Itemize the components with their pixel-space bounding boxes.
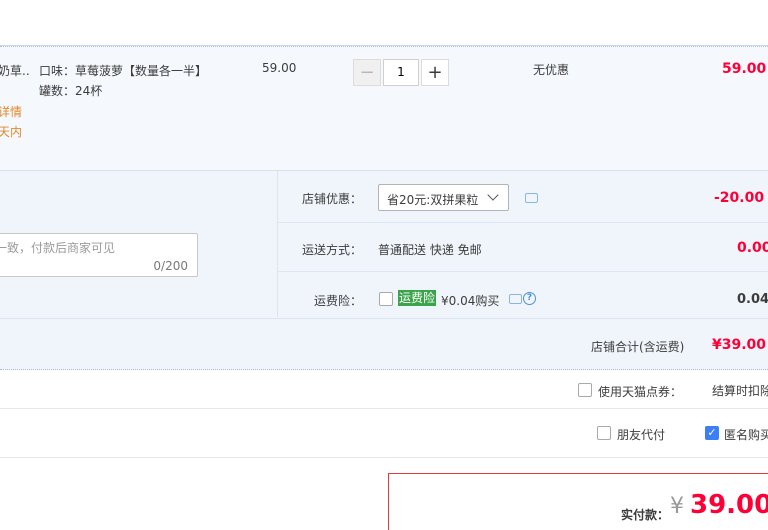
row-separator	[0, 318, 768, 319]
shop-discount-label: 店铺优惠：	[302, 192, 363, 206]
chat-icon[interactable]	[509, 294, 522, 304]
message-placeholder: 一致，付款后商家可见	[0, 241, 116, 255]
insurance-price: ¥0.04购买	[441, 294, 500, 308]
shop-discount-amount: -20.00	[714, 190, 765, 206]
payment-summary: 实付款： ¥ 39.00	[388, 473, 768, 530]
payment-label: 实付款：	[621, 508, 670, 522]
chevron-down-icon	[487, 189, 499, 201]
anonymous-label: 匿名购买	[724, 428, 768, 442]
insurance-checkbox[interactable]	[379, 292, 393, 306]
payment-amount: 39.00	[690, 490, 768, 520]
row-separator	[278, 271, 768, 272]
chat-icon[interactable]	[525, 193, 538, 203]
shop-total-label: 店铺合计(含运费)	[591, 340, 685, 354]
row-separator	[278, 222, 768, 223]
details-link[interactable]: 详情	[0, 103, 22, 120]
message-counter: 0/200	[153, 259, 188, 273]
friend-pay-label: 朋友代付	[617, 428, 666, 442]
row-separator	[0, 408, 768, 409]
shipping-amount: 0.00	[737, 240, 768, 256]
buyer-message-input[interactable]: 一致，付款后商家可见 0/200	[0, 233, 198, 277]
tmall-coupon-checkbox[interactable]	[578, 383, 592, 397]
shipping-value: 普通配送 快递 免邮	[378, 243, 482, 257]
unit-price: 59.00	[262, 61, 297, 75]
insurance-amount: 0.04	[737, 292, 768, 307]
order-confirm-page: 奶草... 详情 天内 口味：草莓菠萝【数量各一半】 罐数：24杯 59.00 …	[0, 0, 768, 530]
shop-discount-value: 省20元:双拼果粒	[387, 193, 479, 207]
tmall-coupon-label: 使用天猫点券：	[598, 385, 683, 399]
sku-cans: 罐数：24杯	[39, 84, 103, 98]
shop-discount-select[interactable]: 省20元:双拼果粒	[378, 184, 509, 211]
days-note: 天内	[0, 125, 23, 139]
sku-flavor: 口味：草莓菠萝【数量各一半】	[39, 64, 208, 78]
quantity-input[interactable]: 1	[383, 59, 419, 86]
quantity-minus-button[interactable]: −	[353, 59, 381, 86]
item-subtotal: 59.00	[722, 61, 767, 77]
help-icon[interactable]: ?	[523, 292, 536, 305]
quantity-plus-button[interactable]: +	[421, 59, 449, 86]
insurance-tag: 运费险	[398, 290, 437, 306]
anonymous-checkbox[interactable]: ✓	[705, 426, 719, 440]
shipping-label: 运送方式：	[302, 243, 363, 257]
payment-currency: ¥	[670, 494, 684, 519]
settle-note: 结算时扣除	[712, 384, 768, 398]
shop-total-value: ¥39.00	[712, 337, 767, 353]
order-section: 一致，付款后商家可见 0/200 店铺优惠： 省20元:双拼果粒 -20.00 …	[0, 170, 768, 370]
cart-item-row: 奶草... 详情 天内 口味：草莓菠萝【数量各一半】 罐数：24杯 59.00 …	[0, 46, 768, 170]
insurance-label: 运费险：	[314, 294, 363, 308]
section-divider	[277, 171, 278, 317]
friend-pay-checkbox[interactable]	[597, 426, 611, 440]
row-separator	[0, 457, 768, 458]
product-name[interactable]: 奶草...	[0, 62, 30, 79]
item-discount: 无优惠	[533, 63, 570, 77]
